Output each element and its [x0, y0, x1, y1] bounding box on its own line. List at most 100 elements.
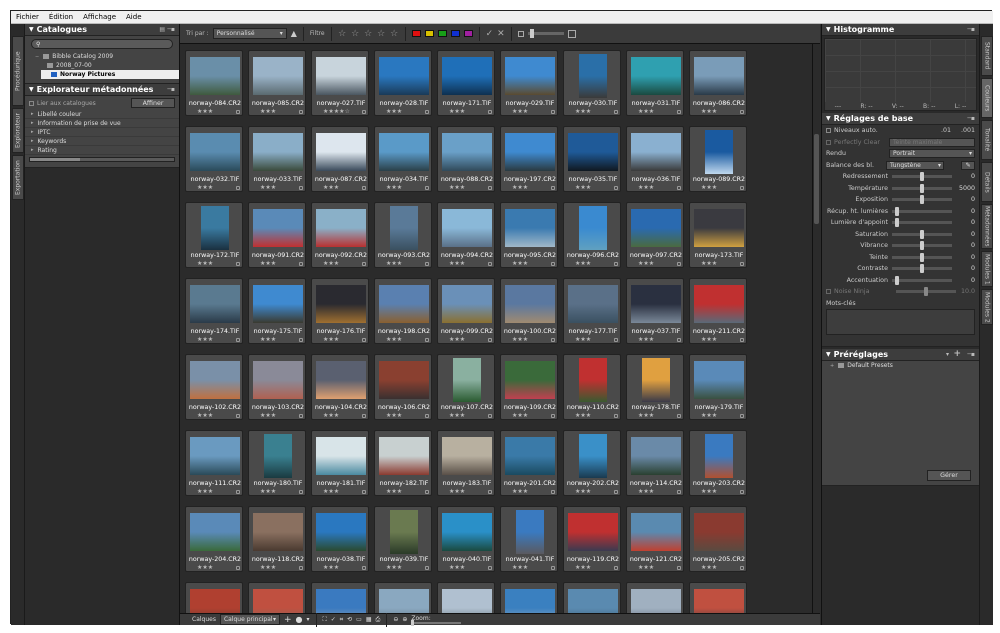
chevron-down-icon[interactable]: ▾	[307, 616, 310, 623]
thumbnail[interactable]: norway-035.TIF ★★★	[563, 126, 621, 192]
scrollbar-thumb[interactable]	[30, 158, 80, 161]
thumbnail-rating[interactable]: ★★★	[575, 260, 591, 267]
thumbnail[interactable]: norway-104.CR2 ★★★	[311, 354, 369, 420]
crop-icon[interactable]: ⌗	[340, 616, 343, 624]
meta-item-iptc[interactable]: ▸ IPTC	[25, 128, 179, 137]
adjust-slider[interactable]	[892, 264, 952, 274]
thumbnail[interactable]: norway-038.TIF ★★★	[311, 506, 369, 572]
thumbnail-image[interactable]	[253, 513, 303, 551]
thumbnail-image[interactable]	[379, 589, 429, 613]
thumbnail-rating[interactable]: ★★★	[260, 184, 276, 191]
pin-icon[interactable]: ─▪	[967, 351, 975, 358]
adjust-slider[interactable]	[892, 275, 952, 285]
noise-checkbox[interactable]	[826, 289, 831, 295]
tab-procedurique[interactable]: Procédurique	[12, 36, 24, 106]
thumbnail-image[interactable]	[316, 57, 366, 95]
auto-levels-checkbox[interactable]	[826, 128, 831, 134]
thumbnail-image[interactable]	[505, 437, 555, 475]
metadata-explorer-header[interactable]: ▼ Explorateur métadonnées ─▪	[25, 84, 179, 96]
check-icon[interactable]: ✓	[331, 616, 336, 623]
thumbnail[interactable]: norway-172.TIF ★★★	[185, 202, 243, 268]
adjust-slider[interactable]	[892, 218, 952, 228]
thumbnail[interactable]: norway-034.TIF ★★★	[374, 126, 432, 192]
filter-star-3-icon[interactable]: ☆	[364, 29, 373, 39]
thumbnail-rating[interactable]: ★★★	[512, 184, 528, 191]
filter-color-blue[interactable]	[450, 30, 460, 37]
thumbnail[interactable]	[563, 582, 621, 613]
new-catalog-icon[interactable]: ▤	[159, 26, 165, 33]
tab-tonalite[interactable]: Tonalité	[981, 120, 993, 160]
thumbnail[interactable]: norway-029.TIF ★★★	[500, 50, 558, 116]
thumbnail-image[interactable]	[442, 57, 492, 95]
thumbnail[interactable]: norway-175.TIF ★★★	[248, 278, 306, 344]
thumbnail[interactable]: norway-039.TIF ★★★	[374, 506, 432, 572]
thumbnail[interactable]: norway-114.CR2 ★★★	[626, 430, 684, 496]
thumbnail-rating[interactable]: ★★★	[701, 336, 717, 343]
slider-knob[interactable]	[924, 287, 928, 297]
thumbnail-image[interactable]	[505, 209, 555, 247]
grid-view-icon[interactable]: ▦	[366, 616, 372, 623]
tab-standard[interactable]: Standard	[981, 36, 993, 76]
thumbnail-rating[interactable]: ★★★	[323, 488, 339, 495]
slider-knob[interactable]	[920, 241, 924, 251]
rotate-icon[interactable]: ⟲	[347, 616, 352, 623]
scrollbar-thumb[interactable]	[814, 134, 819, 224]
slider-knob[interactable]	[895, 275, 899, 285]
thumbnail[interactable]: norway-037.TIF ★★★	[626, 278, 684, 344]
thumbnail[interactable]: norway-198.CR2 ★★★	[374, 278, 432, 344]
adjust-value[interactable]: 0	[971, 242, 975, 249]
thumbnail-rating[interactable]: ★★★	[197, 564, 213, 571]
thumbnail[interactable]: norway-086.CR2 ★★★	[689, 50, 747, 116]
tab-metadonnees[interactable]: Métadonnées	[981, 204, 993, 249]
thumbnail-rating[interactable]: ★★★	[575, 184, 591, 191]
tab-details[interactable]: Détails	[981, 162, 993, 202]
thumbnail-rating[interactable]: ★★★	[449, 336, 465, 343]
thumbnail[interactable]: norway-087.CR2 ★★★	[311, 126, 369, 192]
thumbnail-rating[interactable]: ★★★	[260, 412, 276, 419]
thumbnail-image[interactable]	[568, 133, 618, 171]
tree-item-norway-pictures[interactable]: Norway Pictures	[41, 70, 179, 79]
pin-icon[interactable]: ─▪	[967, 26, 975, 33]
thumbnail[interactable]: norway-118.CR2 ★★★	[248, 506, 306, 572]
thumbnail-rating[interactable]: ★★★	[701, 564, 717, 571]
thumbnail[interactable]: norway-097.CR2 ★★★	[626, 202, 684, 268]
keywords-input[interactable]	[826, 309, 975, 335]
thumbnail-rating[interactable]: ★★★	[260, 336, 276, 343]
thumbnail-image[interactable]	[379, 57, 429, 95]
thumbnail[interactable]: norway-182.TIF ★★★	[374, 430, 432, 496]
thumbnail[interactable]: norway-103.CR2 ★★★	[248, 354, 306, 420]
collapse-triangle-icon[interactable]: ▼	[826, 26, 831, 33]
thumbnail-image[interactable]	[316, 437, 366, 475]
thumbnail[interactable]	[248, 582, 306, 613]
thumbnail-rating[interactable]: ★★★	[638, 184, 654, 191]
thumbnail-rating[interactable]: ★★★	[512, 412, 528, 419]
adjust-value[interactable]: 0	[971, 265, 975, 272]
thumbnail[interactable]: norway-100.CR2 ★★★	[500, 278, 558, 344]
thumbnail-rating[interactable]: ★★★	[449, 564, 465, 571]
slider-knob[interactable]	[920, 183, 924, 193]
thumbnail-rating[interactable]: ★★★	[638, 260, 654, 267]
thumbnail[interactable]: norway-203.CR2 ★★★	[689, 430, 747, 496]
slider-knob[interactable]	[411, 619, 415, 626]
menu-fichier[interactable]: Fichier	[11, 13, 44, 21]
adjust-value[interactable]: 0	[971, 219, 975, 226]
perfectly-clear-checkbox[interactable]	[826, 139, 831, 145]
thumbnail-image[interactable]	[253, 209, 303, 247]
thumbnail-image[interactable]	[694, 57, 744, 95]
thumbnail[interactable]: norway-085.CR2 ★★★	[248, 50, 306, 116]
thumbnail[interactable]: norway-094.CR2 ★★★	[437, 202, 495, 268]
thumbnail-image[interactable]	[442, 437, 492, 475]
tree-item-catalog[interactable]: − Bibble Catalog 2009	[25, 52, 179, 61]
sort-select[interactable]: Personnalisé ▾	[212, 28, 287, 39]
adjust-slider[interactable]	[892, 172, 952, 182]
perfectly-clear-select[interactable]: Teinte maximale	[889, 137, 975, 147]
thumbnail-rating[interactable]: ★★★	[197, 108, 213, 115]
thumbnail-rating[interactable]: ★★★	[323, 412, 339, 419]
filter-color-purple[interactable]	[463, 30, 473, 37]
thumbnail[interactable]	[185, 582, 243, 613]
thumbnail[interactable]: norway-027.TIF ★★★★☆	[311, 50, 369, 116]
thumbnail[interactable]	[689, 582, 747, 613]
thumbnail-image[interactable]	[505, 57, 555, 95]
histogram-header[interactable]: ▼ Histogramme ─▪	[822, 24, 979, 36]
adjust-value[interactable]: 0	[971, 196, 975, 203]
